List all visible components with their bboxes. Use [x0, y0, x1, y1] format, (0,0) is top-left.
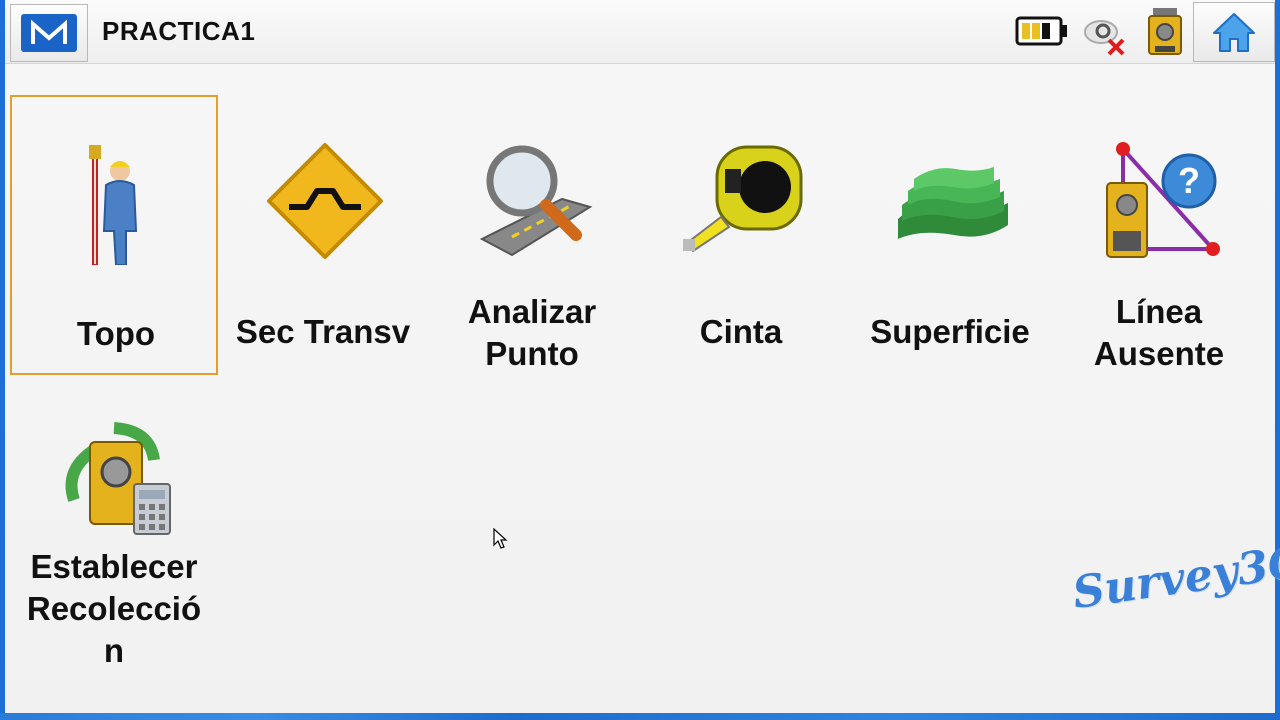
tile-establecer-recoleccion[interactable]: Establecer Recolecció n: [10, 400, 218, 700]
tile-topo[interactable]: Topo: [10, 95, 218, 375]
surface-layers-icon: [898, 167, 1008, 239]
svg-text:?: ?: [1178, 160, 1200, 201]
tile-cinta[interactable]: Cinta: [637, 95, 845, 375]
home-button[interactable]: [1193, 2, 1275, 62]
tile-superficie[interactable]: Superficie: [846, 95, 1054, 375]
mouse-cursor-icon: [493, 528, 508, 549]
cloud-disconnected-icon[interactable]: [1081, 12, 1129, 61]
app-menu-button[interactable]: [10, 4, 88, 62]
tile-label: Establecer Recolecció n: [26, 548, 202, 669]
tile-label: Topo: [76, 315, 156, 352]
taskbar-strip: [0, 713, 1280, 720]
tile-label: Analizar Punto: [467, 293, 597, 372]
cross-section-sign-icon: [267, 143, 383, 259]
tile-linea-ausente[interactable]: ? Línea Ausente: [1055, 95, 1263, 375]
header-bar: PRACTICA1: [5, 0, 1275, 64]
tile-sec-transv[interactable]: Sec Transv: [219, 95, 427, 375]
surveyor-icon: [89, 145, 138, 265]
home-icon: [1213, 13, 1255, 52]
job-title: PRACTICA1: [102, 16, 256, 46]
tile-label: Cinta: [699, 313, 783, 350]
missing-line-icon: ?: [1106, 142, 1220, 258]
tile-label: Sec Transv: [235, 313, 411, 350]
tile-label: Superficie: [870, 313, 1030, 350]
tile-analizar-punto[interactable]: Analizar Punto: [428, 95, 636, 375]
tape-measure-icon: [683, 145, 803, 253]
battery-icon[interactable]: [1015, 14, 1069, 53]
magnifier-road-icon: [479, 145, 593, 257]
setup-collection-icon: [65, 422, 171, 535]
total-station-icon[interactable]: [1145, 6, 1185, 65]
tile-label: Línea Ausente: [1093, 293, 1225, 372]
magnet-m-logo-icon: [21, 14, 77, 52]
